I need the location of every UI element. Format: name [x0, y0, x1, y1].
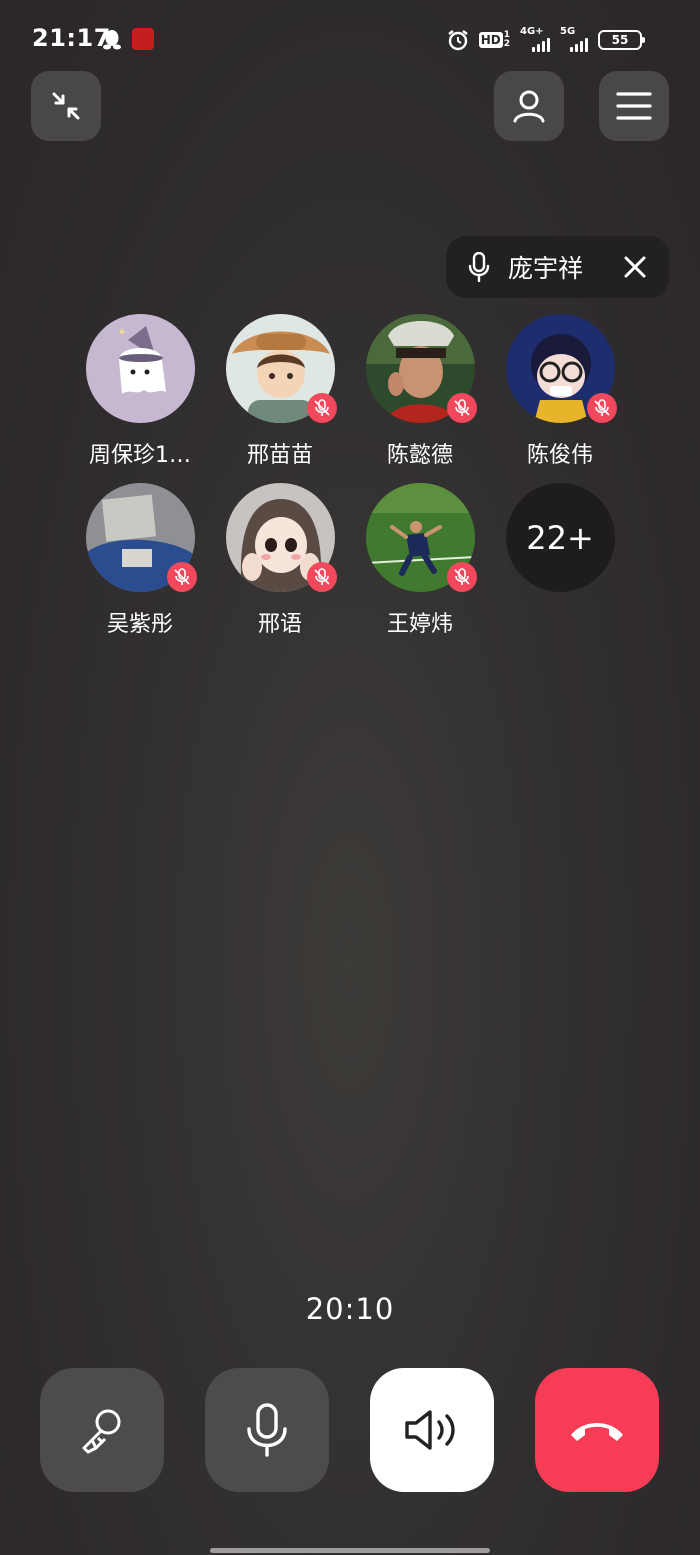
- close-icon[interactable]: [623, 255, 647, 279]
- participants-grid: 周保珍1… 邢苗苗 陈懿德 陈俊伟 吴紫彤 邢语 王婷炜 22+: [70, 314, 630, 638]
- muted-badge: [586, 393, 617, 423]
- participant-name: 邢语: [257, 612, 302, 637]
- effects-button[interactable]: [40, 1368, 164, 1492]
- microphone-icon: [468, 252, 490, 282]
- participant[interactable]: 邢语: [210, 483, 350, 638]
- microphone-button[interactable]: [205, 1368, 329, 1492]
- participant[interactable]: 邢苗苗: [210, 314, 350, 469]
- participant-name: 吴紫彤: [106, 612, 173, 637]
- qq-penguin-icon: [103, 30, 121, 50]
- alarm-icon: [447, 30, 468, 51]
- participant-name: 周保珍1…: [89, 443, 191, 468]
- muted-badge: [306, 393, 337, 423]
- status-time: 21:17: [32, 24, 111, 52]
- muted-badge: [166, 562, 197, 592]
- participant[interactable]: 陈俊伟: [490, 314, 630, 469]
- mic-off-icon: [453, 568, 470, 585]
- mic-off-icon: [313, 568, 330, 585]
- signal-5g-icon: 5G: [560, 26, 588, 52]
- minimize-icon: [52, 92, 80, 120]
- person-icon: [513, 90, 545, 123]
- hang-up-icon: [571, 1423, 623, 1441]
- mic-off-icon: [453, 399, 470, 416]
- avatar: [85, 314, 195, 423]
- more-participants-count[interactable]: 22+: [505, 483, 615, 592]
- participant-name: 陈懿德: [386, 443, 453, 468]
- speaker-button[interactable]: [370, 1368, 494, 1492]
- participant-name: 王婷炜: [386, 612, 453, 637]
- status-bar: 21:17 HD 1 2 4G+ 5G 55: [0, 0, 700, 80]
- speaker-icon: [405, 1410, 455, 1450]
- effects-icon: [82, 1409, 121, 1454]
- muted-badge: [446, 562, 477, 592]
- signal-4g-icon: 4G+: [520, 26, 550, 52]
- speaking-name: 庞宇祥: [508, 254, 584, 283]
- home-indicator[interactable]: [210, 1548, 490, 1553]
- mic-off-icon: [313, 399, 330, 416]
- muted-badge: [446, 393, 477, 423]
- menu-button[interactable]: [599, 71, 669, 141]
- speaking-indicator: 庞宇祥: [446, 236, 669, 298]
- status-indicators: HD 1 2 4G+ 5G 55: [447, 26, 645, 52]
- participant[interactable]: 王婷炜: [350, 483, 490, 638]
- muted-badge: [306, 562, 337, 592]
- menu-icon: [616, 92, 652, 120]
- mic-off-icon: [173, 568, 190, 585]
- participant[interactable]: 陈懿德: [350, 314, 490, 469]
- hang-up-button[interactable]: [535, 1368, 659, 1492]
- participant-name: 陈俊伟: [526, 443, 593, 468]
- battery-icon: 55: [598, 30, 645, 50]
- participants-button[interactable]: [494, 71, 564, 141]
- mic-off-icon: [593, 399, 610, 416]
- app-notification-icon: [132, 28, 154, 50]
- hd-voice-icon: HD 1 2: [478, 30, 510, 49]
- call-duration: 20:10: [305, 1292, 395, 1326]
- microphone-icon: [247, 1403, 287, 1457]
- participant-name: 邢苗苗: [246, 443, 313, 468]
- participant[interactable]: 吴紫彤: [70, 483, 210, 638]
- more-participants[interactable]: 22+: [490, 483, 630, 638]
- minimize-button[interactable]: [31, 71, 101, 141]
- participant[interactable]: 周保珍1…: [70, 314, 210, 469]
